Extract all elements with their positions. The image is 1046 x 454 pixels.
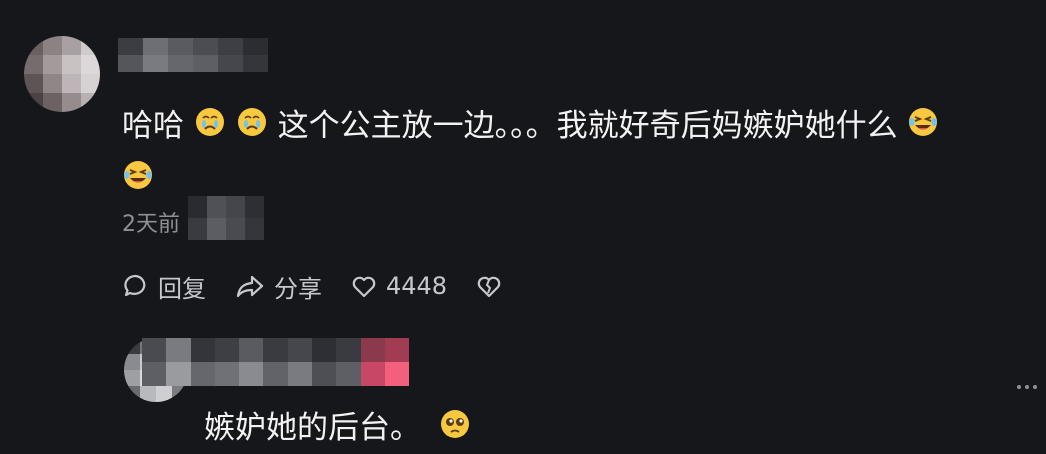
pleading-face-icon — [439, 406, 471, 454]
comment-text-part1: 哈哈 — [122, 108, 184, 144]
reply-button[interactable]: 回复 — [122, 269, 206, 304]
comment-action-bar: 回复 分享 4448 — [122, 268, 539, 304]
comment-text-part2: 这个公主放一边。。。我就好奇后妈嫉妒她什么 — [277, 108, 898, 144]
comment-timestamp: 2天前 — [122, 212, 180, 237]
comment-location-blurred — [188, 196, 264, 240]
heart-icon — [352, 276, 376, 298]
reply-text: 嫉妒她的后台。 — [204, 404, 471, 454]
crying-sad-icon — [194, 102, 226, 154]
share-arrow-icon — [236, 275, 264, 298]
comment-text: 哈哈 这个公主放一边。。。我就好奇后妈嫉妒她什么 — [122, 100, 1042, 207]
dislike-button[interactable] — [475, 272, 511, 300]
reply-text-content: 嫉妒她的后台。 — [204, 410, 421, 446]
crying-sad-icon — [236, 102, 268, 154]
more-dots-icon — [1017, 385, 1037, 389]
comment-bubble-icon — [124, 274, 146, 297]
reply-label: 回复 — [158, 274, 206, 303]
commenter-avatar[interactable] — [24, 36, 100, 112]
laughing-tears-icon — [907, 102, 939, 154]
replier-username[interactable] — [142, 338, 410, 386]
more-options-button[interactable] — [1016, 375, 1038, 394]
commenter-username[interactable] — [118, 38, 268, 72]
like-count: 4448 — [386, 272, 448, 300]
laughing-tears-icon — [122, 155, 154, 207]
share-button[interactable]: 分享 — [234, 269, 322, 304]
like-button[interactable]: 4448 — [350, 272, 447, 300]
broken-heart-icon — [477, 276, 501, 298]
share-label: 分享 — [274, 274, 322, 303]
